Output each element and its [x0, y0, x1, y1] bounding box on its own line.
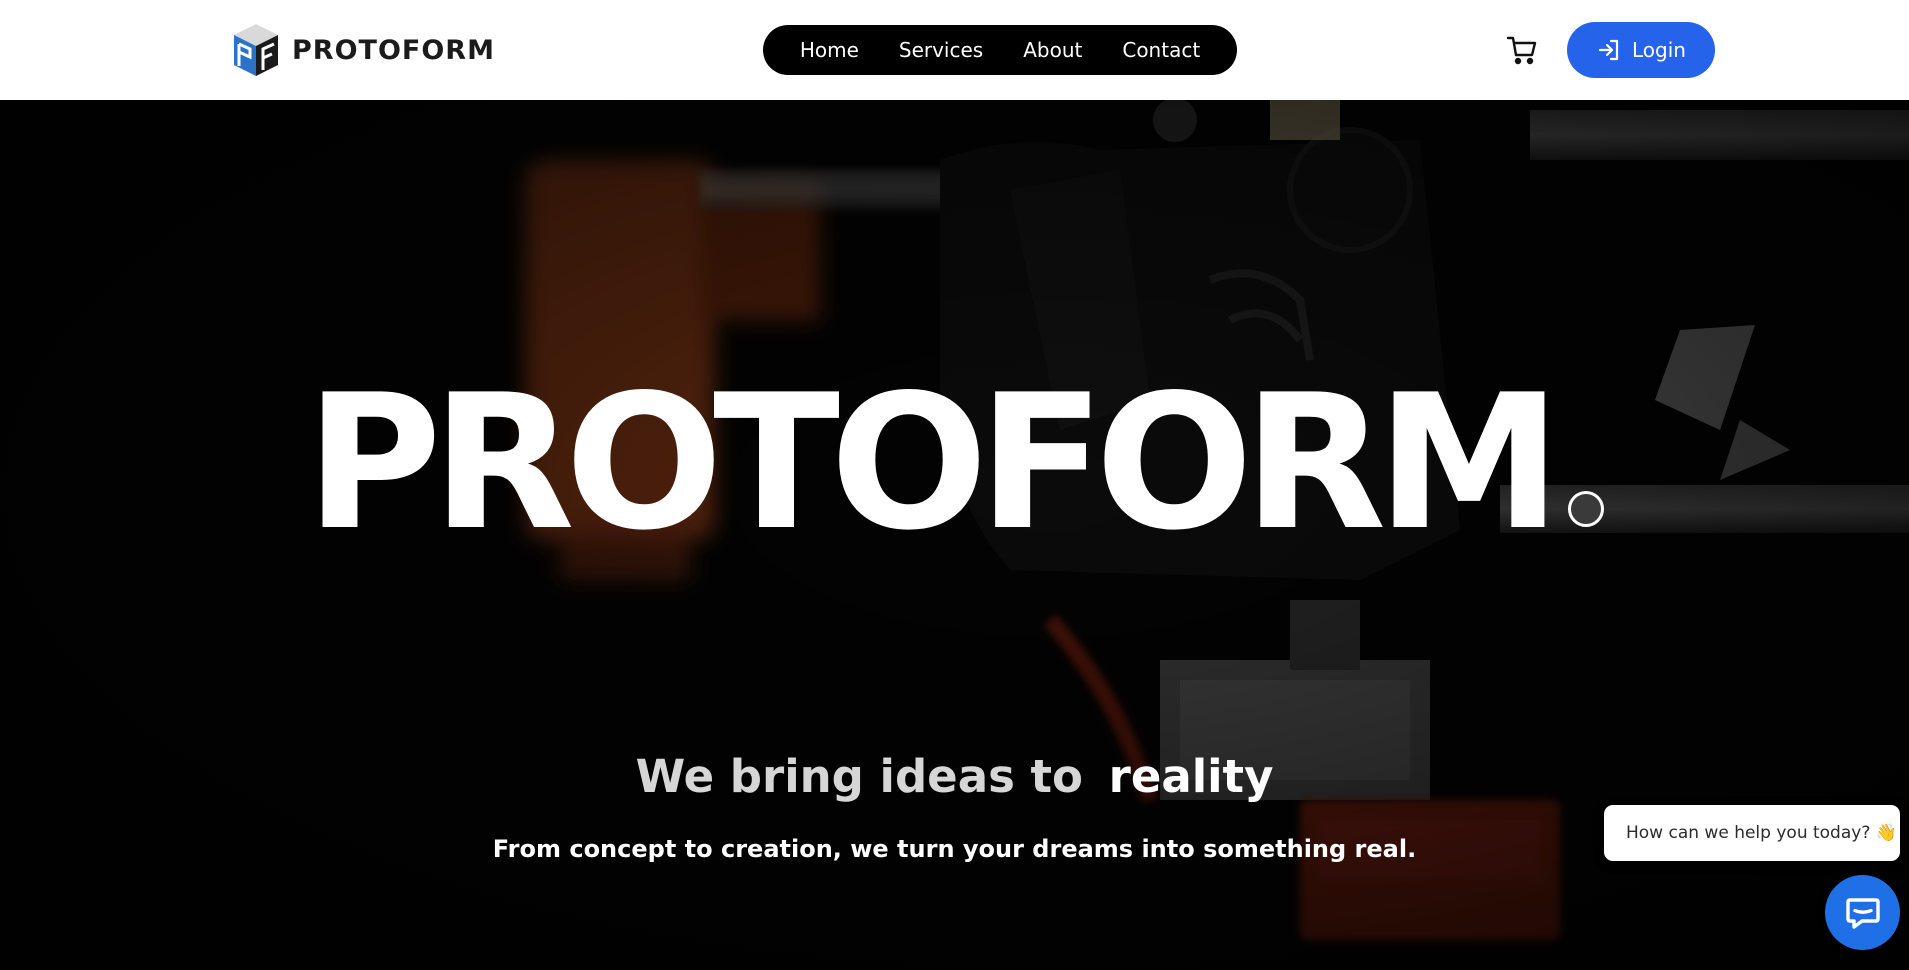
nav-link-contact[interactable]: Contact [1122, 38, 1200, 62]
brand-logo[interactable]: PROTOFORM [230, 22, 495, 78]
login-label: Login [1632, 38, 1686, 62]
chat-message-icon [1845, 897, 1880, 929]
hero-title-text: PROTOFORM [305, 354, 1561, 571]
nav-link-home[interactable]: Home [800, 38, 859, 62]
hero-title: PROTOFORM [0, 370, 1909, 556]
nav-link-about[interactable]: About [1023, 38, 1082, 62]
site-header: PROTOFORM Home Services About Contact Lo… [0, 0, 1909, 100]
sign-in-icon [1598, 39, 1619, 61]
tagline-prefix: We bring ideas to [635, 750, 1083, 803]
tagline-accent: reality [1108, 750, 1274, 803]
chat-prompt-bubble[interactable]: How can we help you today? 👋 [1604, 805, 1900, 861]
nav-link-services[interactable]: Services [899, 38, 983, 62]
pf-cube-logo-icon [234, 24, 278, 76]
shopping-cart-icon[interactable] [1505, 33, 1539, 67]
chat-launcher-button[interactable] [1825, 875, 1900, 950]
main-nav: Home Services About Contact [763, 25, 1237, 75]
brand-name: PROTOFORM [292, 34, 495, 66]
hero-tagline: We bring ideas to reality [0, 750, 1909, 803]
login-button[interactable]: Login [1567, 22, 1715, 78]
title-dot-icon [1567, 491, 1604, 527]
